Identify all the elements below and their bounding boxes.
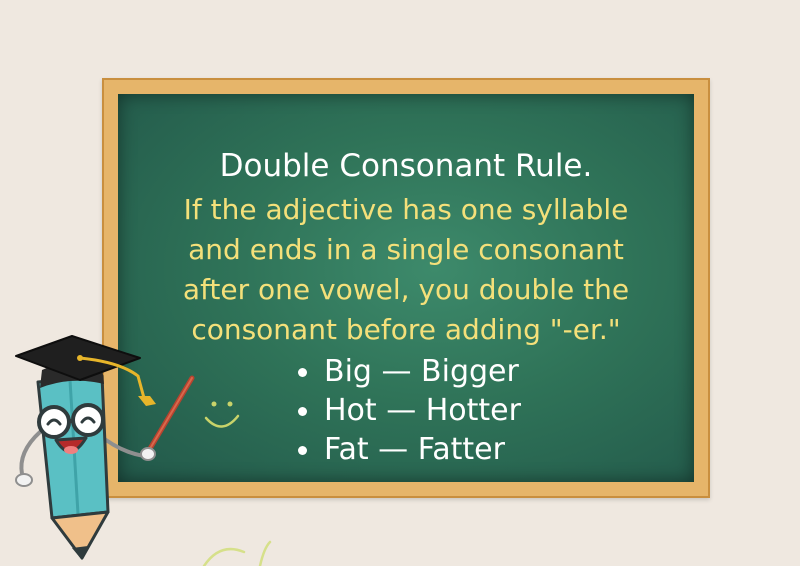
board-text: Double Consonant Rule. If the adjective … bbox=[118, 146, 694, 350]
leaf-doodle-icon bbox=[202, 540, 272, 566]
pointer-stick-icon bbox=[145, 375, 195, 455]
pencil-teacher-icon bbox=[15, 335, 195, 560]
example-item: Big — Bigger bbox=[294, 352, 521, 391]
examples-list: Big — Bigger Hot — Hotter Fat — Fatter bbox=[294, 352, 521, 469]
rule-line: and ends in a single consonant bbox=[188, 233, 624, 266]
example-item: Fat — Fatter bbox=[294, 430, 521, 469]
rule-line: consonant before adding "-er." bbox=[191, 313, 621, 346]
rule-line: If the adjective has one syllable bbox=[183, 193, 629, 226]
example-item: Hot — Hotter bbox=[294, 391, 521, 430]
rule-line: after one vowel, you double the bbox=[182, 273, 630, 306]
rule-title: Double Consonant Rule. bbox=[219, 148, 593, 184]
